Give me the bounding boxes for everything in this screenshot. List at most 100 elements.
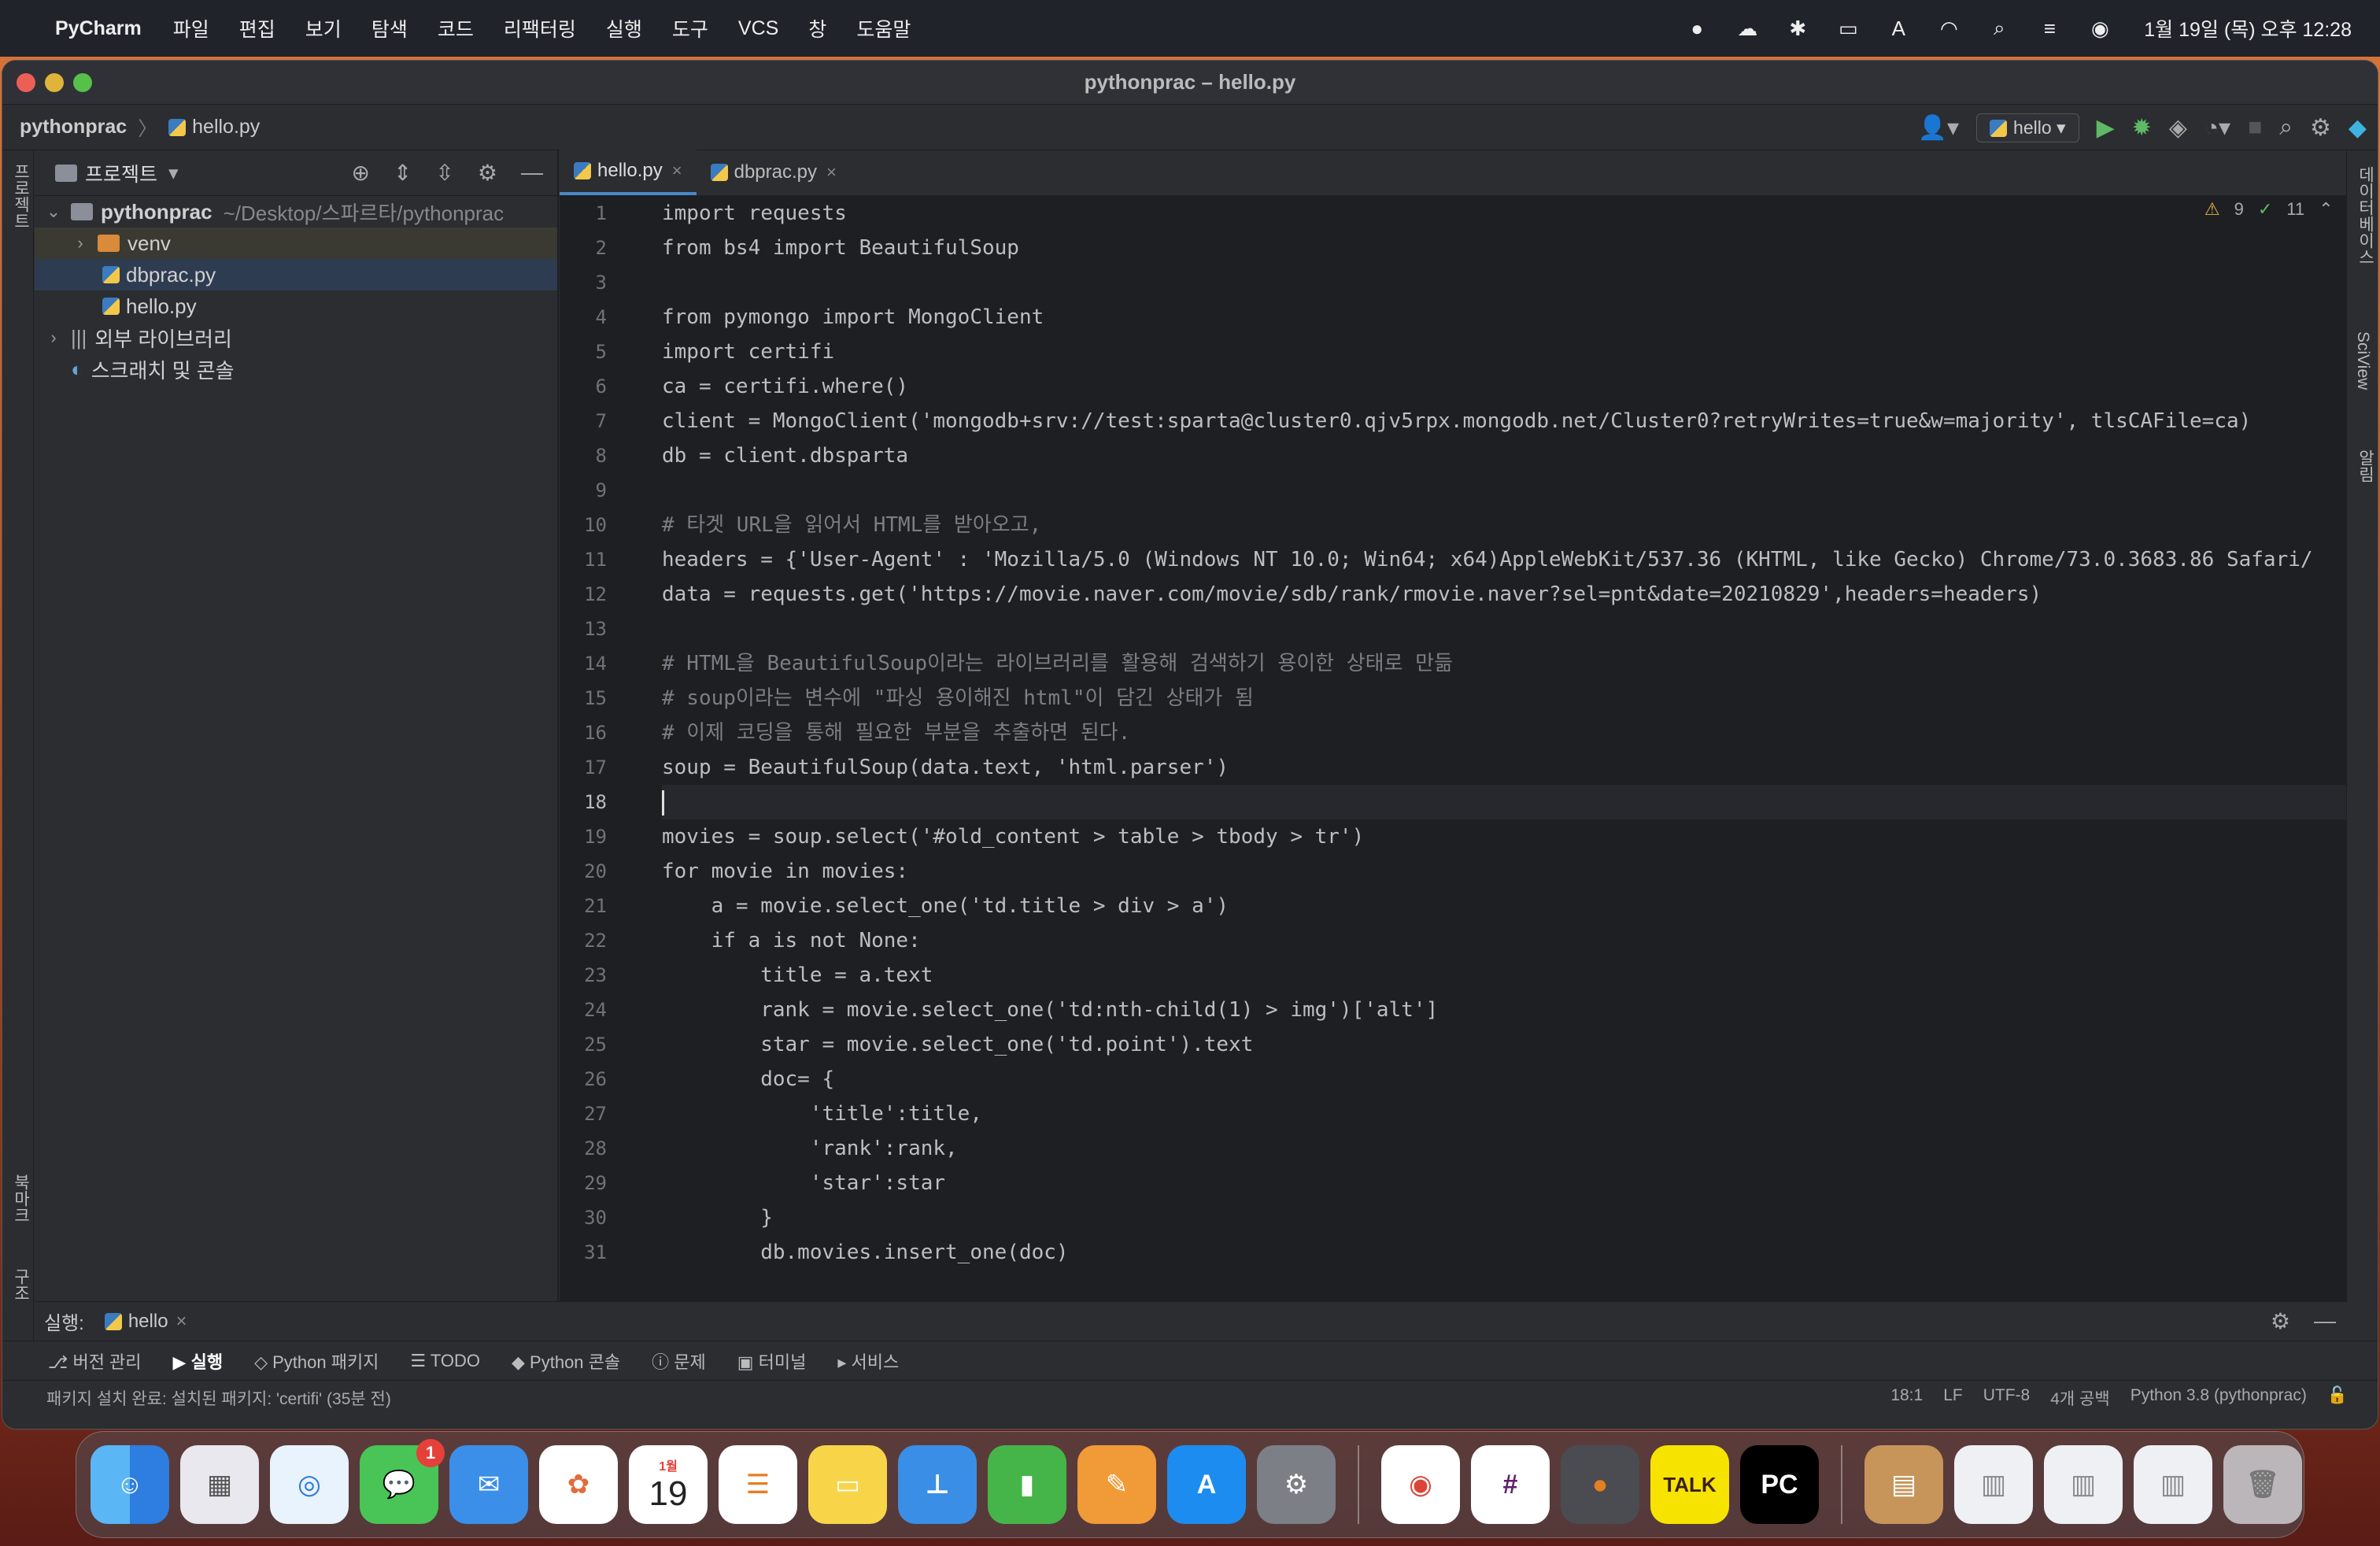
wifi-icon[interactable]: ◠ xyxy=(1935,14,1963,43)
dock-app-store-icon[interactable]: A xyxy=(1167,1445,1246,1524)
tool-problems[interactable]: ⓘ 문제 xyxy=(652,1348,706,1374)
structure-tool-button[interactable]: 구조 xyxy=(9,1268,32,1301)
code-line[interactable]: 'star':star xyxy=(662,1166,2346,1200)
notifications-tool-button[interactable]: 알림 xyxy=(2353,449,2377,483)
code-line[interactable]: # 타겟 URL을 읽어서 HTML를 받아오고, xyxy=(662,508,2346,542)
bookmarks-tool-button[interactable]: 북마크 xyxy=(9,1174,32,1223)
dock-system-settings-icon[interactable]: ⚙ xyxy=(1257,1445,1336,1524)
settings-gear-icon[interactable]: ⚙ xyxy=(2310,114,2331,142)
menu-refactor[interactable]: 리팩터링 xyxy=(504,14,576,43)
tree-row-dbprac[interactable]: dbprac.py xyxy=(35,259,557,290)
menu-code[interactable]: 코드 xyxy=(438,14,474,43)
code-line[interactable]: client = MongoClient('mongodb+srv://test… xyxy=(662,404,2346,438)
code-line[interactable]: movies = soup.select('#old_content > tab… xyxy=(662,819,2346,854)
bluetooth-icon[interactable]: ✱ xyxy=(1783,14,1812,43)
menu-vcs[interactable]: VCS xyxy=(738,17,778,40)
code-line[interactable]: db.movies.insert_one(doc) xyxy=(662,1235,2346,1270)
run-tab-hello[interactable]: hello × xyxy=(104,1311,187,1333)
menu-view[interactable]: 보기 xyxy=(305,14,342,43)
dock-photos-icon[interactable]: ✿ xyxy=(539,1445,618,1524)
close-tab-icon[interactable]: × xyxy=(672,161,682,181)
dock-trash-icon[interactable]: 🗑 xyxy=(2223,1445,2302,1524)
dock-messages-icon[interactable]: 💬 1 xyxy=(360,1439,445,1524)
tree-row-external-libraries[interactable]: › ||| 외부 라이브러리 xyxy=(35,322,557,353)
lock-icon[interactable]: 🔓 xyxy=(2327,1386,2348,1410)
close-tab-icon[interactable]: × xyxy=(826,162,837,183)
menu-navigate[interactable]: 탐색 xyxy=(371,14,408,43)
breadcrumb-project[interactable]: pythonprac xyxy=(20,116,127,139)
code-line[interactable]: doc= { xyxy=(662,1062,2346,1097)
menu-window[interactable]: 창 xyxy=(808,14,826,43)
dock-launchpad-icon[interactable]: ▦ xyxy=(180,1445,259,1524)
code-line[interactable]: star = movie.select_one('td.point').text xyxy=(662,1027,2346,1062)
tool-run[interactable]: ▶ 실행 xyxy=(173,1348,224,1374)
search-everywhere-icon[interactable]: ⌕ xyxy=(2279,114,2293,141)
hide-panel-icon[interactable]: — xyxy=(521,160,543,186)
hide-run-icon[interactable]: — xyxy=(2314,1308,2336,1334)
expand-all-icon[interactable]: ⇕ xyxy=(394,160,412,186)
battery-icon[interactable]: ▭ xyxy=(1834,14,1862,43)
line-separator[interactable]: LF xyxy=(1943,1386,1963,1410)
tool-python-packages[interactable]: ◇ Python 패키지 xyxy=(254,1348,379,1374)
dock-window-preview-3[interactable]: ▥ xyxy=(2134,1445,2212,1524)
menu-tools[interactable]: 도구 xyxy=(672,14,708,43)
code-line[interactable] xyxy=(662,785,2346,819)
spotlight-search-icon[interactable]: ⌕ xyxy=(1985,14,2013,43)
run-icon[interactable]: ▶ xyxy=(2097,114,2115,142)
project-panel-title[interactable]: 프로젝트 xyxy=(85,159,157,187)
input-source-icon[interactable]: A xyxy=(1884,14,1913,43)
menu-file[interactable]: 파일 xyxy=(173,14,209,43)
dock-package-icon[interactable]: ▤ xyxy=(1864,1445,1943,1524)
tool-todo[interactable]: ☰ TODO xyxy=(410,1351,480,1371)
code-line[interactable]: ca = certifi.where() xyxy=(662,369,2346,404)
code-line[interactable]: db = client.dbsparta xyxy=(662,438,2346,473)
code-line[interactable]: from bs4 import BeautifulSoup xyxy=(662,231,2346,265)
dock-numbers-icon[interactable]: ▮ xyxy=(988,1445,1066,1524)
tree-row-project-root[interactable]: ⌄ pythonprac ~/Desktop/스파르타/pythonprac xyxy=(35,196,557,227)
menubar-clock[interactable]: 1월 19일 (목) 오후 12:28 xyxy=(2144,14,2352,43)
tool-version-control[interactable]: ⎇ 버전 관리 xyxy=(48,1348,142,1374)
tab-dbprac-py[interactable]: dbprac.py × xyxy=(697,150,851,195)
dock-finder-icon[interactable]: ☺ xyxy=(91,1445,169,1524)
code-line[interactable]: # HTML을 BeautifulSoup이라는 라이브러리를 활용해 검색하기… xyxy=(662,646,2346,681)
chevron-right-icon[interactable]: › xyxy=(42,327,65,348)
tool-services[interactable]: ▸ 서비스 xyxy=(837,1348,899,1374)
indent-setting[interactable]: 4개 공백 xyxy=(2050,1386,2109,1410)
code-area[interactable]: import requests from bs4 import Beautiful… xyxy=(662,196,2346,1330)
code-line[interactable] xyxy=(662,265,2346,300)
run-configuration-select[interactable]: hello ▾ xyxy=(1976,113,2079,142)
code-line[interactable]: title = a.text xyxy=(662,958,2346,993)
chat-status-icon[interactable]: ● xyxy=(1683,14,1711,43)
code-line[interactable]: headers = {'User-Agent' : 'Mozilla/5.0 (… xyxy=(662,542,2346,577)
tree-row-hello[interactable]: hello.py xyxy=(35,290,557,322)
dock-pages-icon[interactable]: ✎ xyxy=(1077,1445,1156,1524)
dock-slack-icon[interactable]: # xyxy=(1471,1445,1550,1524)
chevron-down-icon[interactable]: ⌄ xyxy=(42,202,65,222)
code-line[interactable]: import requests xyxy=(662,196,2346,231)
tree-row-venv[interactable]: › venv xyxy=(35,227,557,259)
code-line[interactable]: for movie in movies: xyxy=(662,854,2346,889)
code-line[interactable]: a = movie.select_one('td.title > div > a… xyxy=(662,889,2346,923)
control-center-icon[interactable]: ≡ xyxy=(2035,14,2064,43)
code-line[interactable]: if a is not None: xyxy=(662,923,2346,958)
code-line[interactable]: 'title':title, xyxy=(662,1097,2346,1131)
dock-chrome-icon[interactable]: ◉ xyxy=(1381,1445,1460,1524)
dock-window-preview-2[interactable]: ▥ xyxy=(2044,1445,2123,1524)
menu-run[interactable]: 실행 xyxy=(606,14,642,43)
close-tab-icon[interactable]: × xyxy=(176,1311,187,1333)
dock-kakaotalk-icon[interactable]: TALK xyxy=(1650,1445,1729,1524)
tree-row-scratches[interactable]: ◐ 스크래치 및 콘솔 xyxy=(35,353,557,385)
debug-icon[interactable]: ✹ xyxy=(2132,114,2152,142)
code-line[interactable]: # soup이라는 변수에 "파싱 용이해진 html"이 담긴 상태가 됨 xyxy=(662,681,2346,716)
tool-python-console[interactable]: ◆ Python 콘솔 xyxy=(512,1348,620,1374)
menu-help[interactable]: 도움말 xyxy=(856,14,911,43)
dock-safari-icon[interactable]: ◎ xyxy=(270,1445,349,1524)
dock-mongodb-compass-icon[interactable]: ● xyxy=(1561,1445,1639,1524)
options-gear-icon[interactable]: ⚙ xyxy=(478,160,497,186)
code-line[interactable]: } xyxy=(662,1200,2346,1235)
tab-hello-py[interactable]: hello.py × xyxy=(560,150,697,195)
dock-keynote-icon[interactable]: ⊥ xyxy=(898,1445,977,1524)
sciview-tool-button[interactable]: SciView xyxy=(2353,331,2372,390)
status-message[interactable]: 패키지 설치 완료: 설치된 패키지: 'certifi' (35분 전) xyxy=(46,1386,391,1410)
code-line[interactable]: rank = movie.select_one('td:nth-child(1)… xyxy=(662,993,2346,1027)
